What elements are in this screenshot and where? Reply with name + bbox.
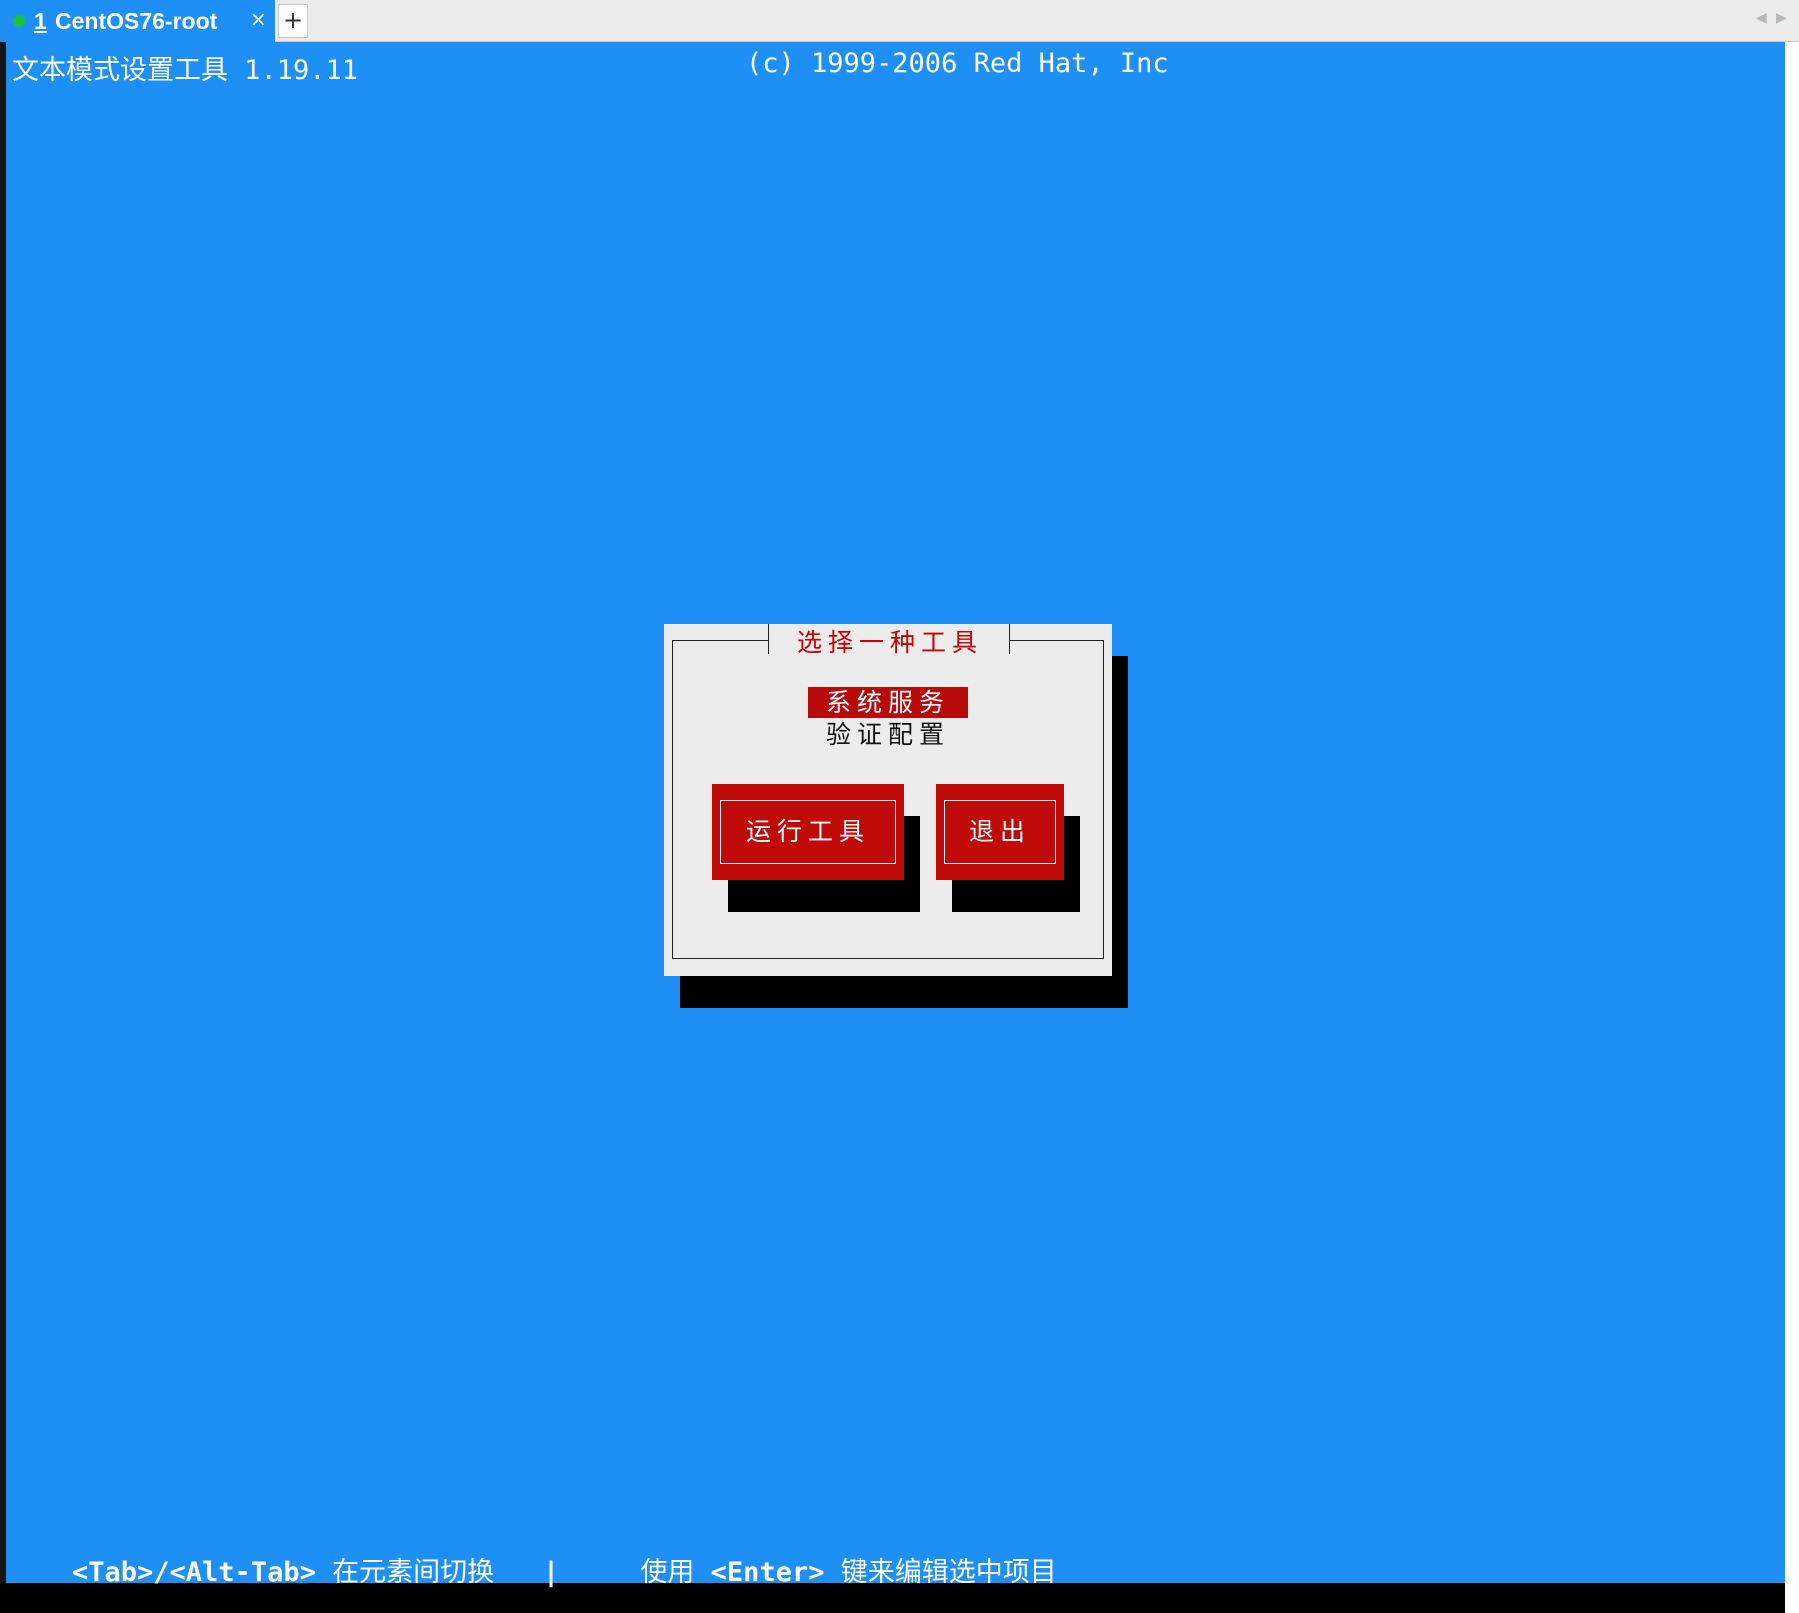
- hint-enter-key: <Enter>: [710, 1557, 825, 1588]
- tool-select-dialog: 选择一种工具 系统服务 验证配置 运行工具 退出: [664, 624, 1112, 976]
- quit-button[interactable]: 退出: [936, 784, 1064, 880]
- dialog-title: 选择一种工具: [796, 628, 983, 657]
- hint-tab-keys: <Tab>/<Alt-Tab>: [72, 1557, 316, 1588]
- quit-button-label: 退出: [944, 800, 1056, 864]
- session-tab[interactable]: 1 CentOS76-root ×: [0, 0, 275, 42]
- hint-use: 使用: [640, 1557, 711, 1588]
- scroll-right-icon[interactable]: ▶: [1776, 10, 1787, 26]
- tab-title: CentOS76-root: [55, 8, 218, 34]
- tab-number: 1: [34, 8, 47, 34]
- copyright-header: (c) 1999-2006 Red Hat, Inc: [746, 48, 1169, 79]
- menu-item-system-services[interactable]: 系统服务: [808, 687, 968, 718]
- keyboard-hint-bar: <Tab>/<Alt-Tab> 在元素间切换 | 使用 <Enter> 键来编辑…: [72, 1550, 1057, 1589]
- connection-status-icon: [13, 15, 25, 27]
- hint-separator: |: [510, 1557, 641, 1588]
- app-version-header: 文本模式设置工具 1.19.11: [12, 55, 359, 86]
- dialog-title-box: 选择一种工具: [768, 624, 1010, 657]
- new-tab-button[interactable]: +: [278, 4, 308, 38]
- close-icon[interactable]: ×: [250, 7, 267, 31]
- hint-tab-desc: 在元素间切换: [315, 1557, 511, 1588]
- run-tool-button[interactable]: 运行工具: [712, 784, 904, 880]
- hint-enter-desc: 键来编辑选中项目: [824, 1557, 1057, 1588]
- run-tool-button-label: 运行工具: [720, 800, 896, 864]
- menu-item-auth-config[interactable]: 验证配置: [808, 719, 968, 750]
- tab-bar: 1 CentOS76-root × + ◀ ▶: [0, 0, 1799, 42]
- scroll-left-icon[interactable]: ◀: [1756, 10, 1767, 26]
